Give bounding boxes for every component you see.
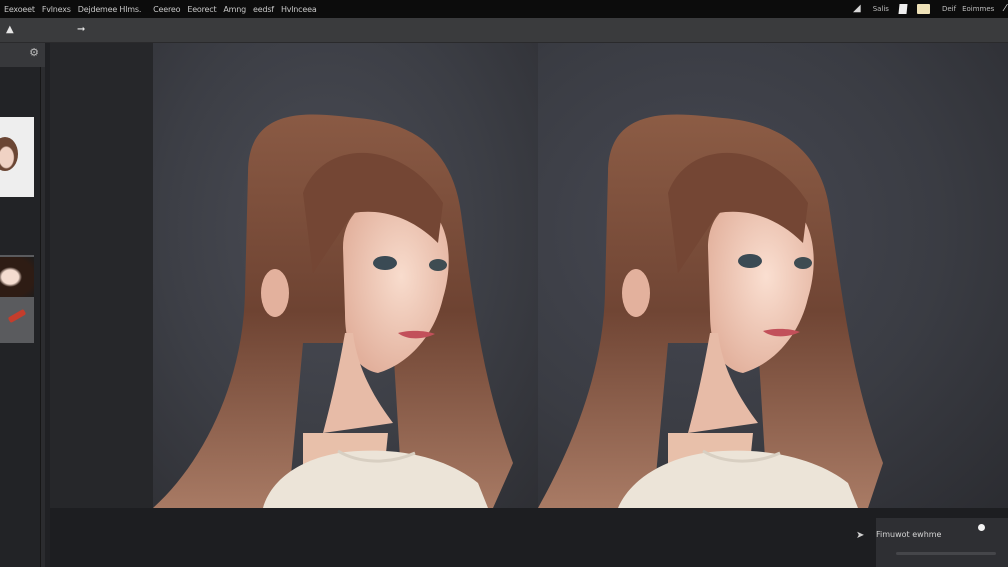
portrait-illustration-icon	[538, 114, 883, 508]
face-thumbnail-icon	[0, 137, 18, 171]
menu-item[interactable]: Hvlnceea	[281, 5, 317, 14]
menu-item[interactable]: Amng	[223, 5, 246, 14]
menu-text[interactable]: Eoimmes	[962, 5, 994, 13]
layer-thumbnail[interactable]	[0, 255, 34, 343]
toolbar: ▲ ➞	[0, 18, 1008, 43]
canvas-margin	[50, 43, 153, 508]
bottom-panel-label: Fimuwot ewhme	[876, 530, 942, 539]
crop-icon[interactable]: ◢	[853, 0, 861, 18]
menubar-right: ◢ Salis Deif Eoimmes ⁄	[853, 0, 1008, 18]
thumbnail-strip	[0, 67, 41, 567]
layers-panel: ⚙	[0, 43, 45, 567]
brush-stroke-icon	[7, 308, 27, 324]
portrait-thumbnail-icon	[0, 257, 34, 297]
cursor-arrow-icon[interactable]: ➤	[856, 530, 864, 541]
menu-item[interactable]: eedsf	[253, 5, 274, 14]
menu-item[interactable]: Fvlnexs	[42, 5, 71, 14]
layer-thumbnail[interactable]	[0, 117, 34, 197]
panel-header: ⚙	[0, 43, 45, 67]
portrait-before[interactable]	[153, 43, 538, 508]
menu-text[interactable]: Salis	[873, 5, 889, 13]
menu-text[interactable]: Deif	[942, 5, 956, 13]
brush-icon[interactable]: ➞	[77, 18, 85, 42]
canvas-area[interactable]	[50, 43, 1008, 508]
pen-icon[interactable]: ⁄	[1004, 0, 1006, 18]
home-icon[interactable]: ▲	[6, 18, 14, 42]
opacity-slider[interactable]	[896, 552, 996, 555]
document-icon[interactable]	[898, 4, 908, 14]
portrait-after[interactable]	[538, 43, 1008, 508]
gear-icon[interactable]: ⚙	[29, 46, 39, 59]
menu-item[interactable]: Ceereo	[153, 5, 180, 14]
menu-item[interactable]: Eeorect	[187, 5, 216, 14]
menu-bar: Eexoeet Fvlnexs Dejdemee Hlms. Ceereo Ee…	[0, 0, 1008, 18]
menu-item[interactable]: Dejdemee Hlms.	[78, 5, 142, 14]
portrait-illustration-icon	[153, 114, 513, 508]
properties-panel	[876, 518, 1008, 567]
menu-item[interactable]: Eexoeet	[4, 5, 35, 14]
color-swatch-icon[interactable]	[916, 4, 930, 14]
radio-dot-icon[interactable]	[978, 524, 985, 531]
